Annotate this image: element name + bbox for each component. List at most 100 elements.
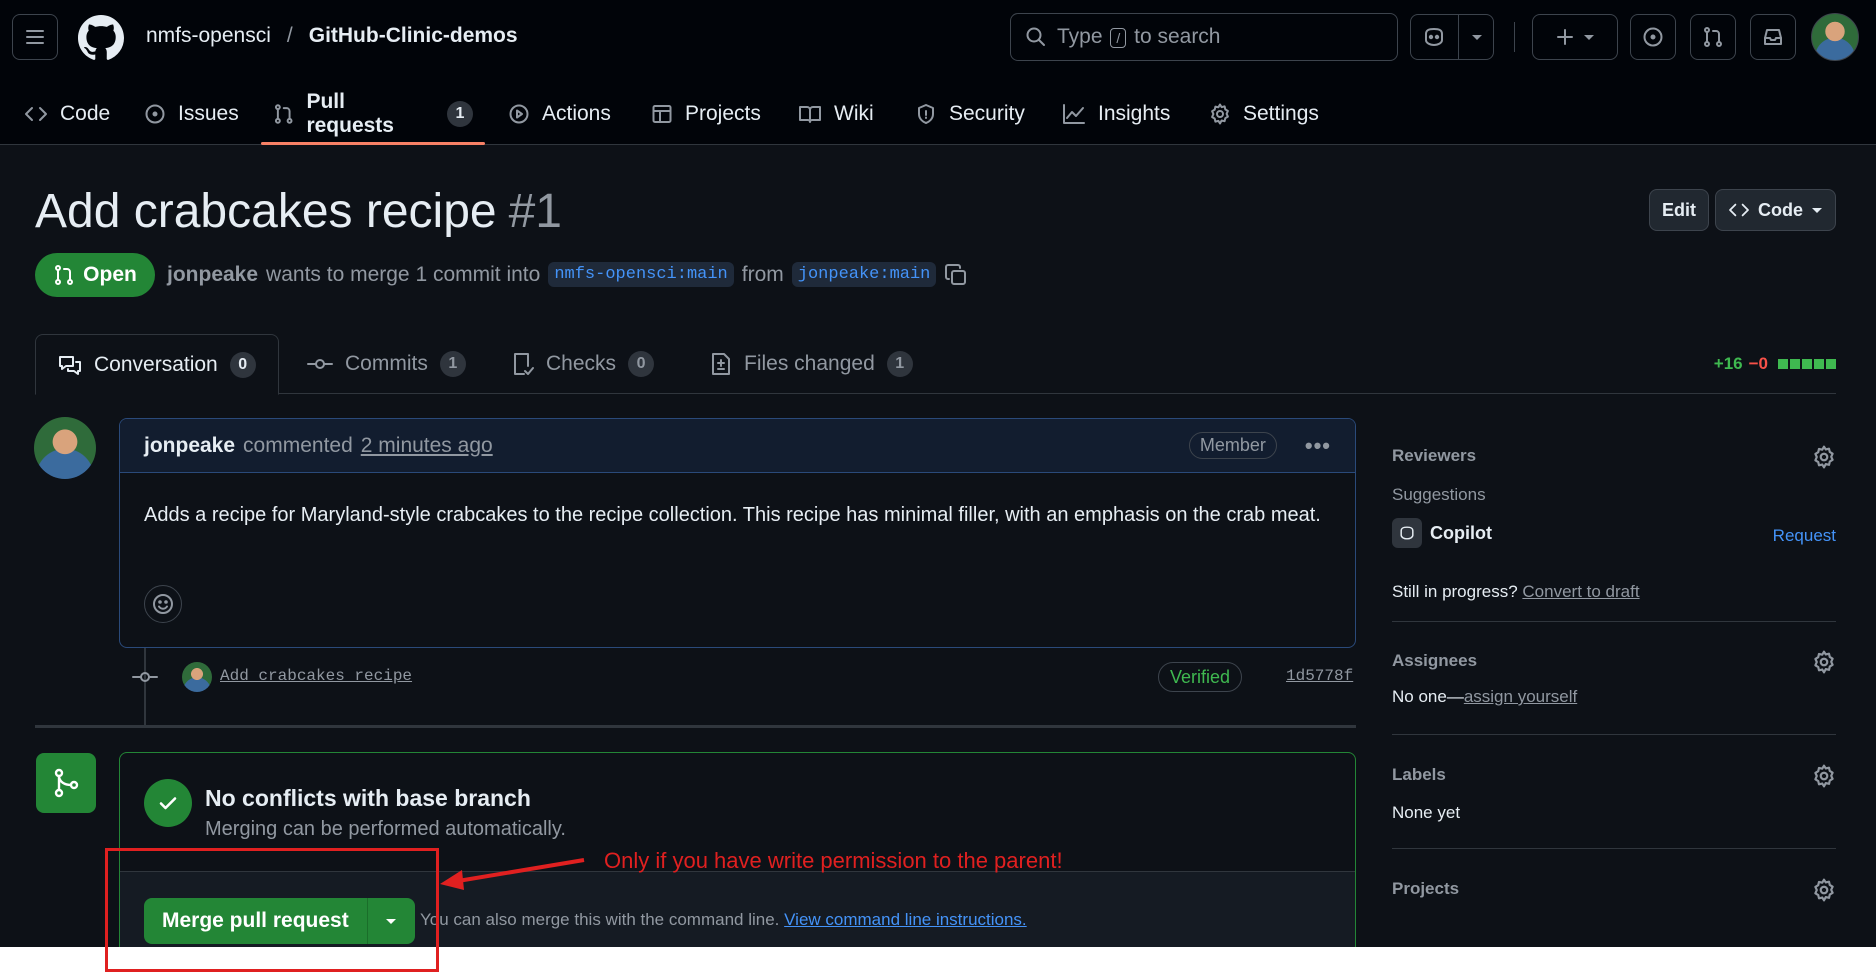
commit-message-link[interactable]: Add crabcakes recipe: [220, 667, 412, 685]
gear-icon[interactable]: [1812, 650, 1836, 674]
merge-status-title: No conflicts with base branch: [205, 785, 531, 811]
avatar[interactable]: [182, 662, 212, 692]
tab-issues[interactable]: Issues: [132, 82, 251, 145]
code-dropdown-button[interactable]: Code: [1715, 189, 1836, 231]
comment-action: commented: [243, 433, 353, 457]
search-placeholder-post: to search: [1134, 25, 1221, 48]
create-new-button[interactable]: [1532, 14, 1618, 60]
copy-icon[interactable]: [944, 263, 968, 287]
request-review-button[interactable]: Request: [1773, 526, 1836, 546]
tab-security-label: Security: [949, 101, 1025, 125]
tab-insights[interactable]: Insights: [1050, 82, 1182, 145]
gear-icon[interactable]: [1812, 764, 1836, 788]
chevron-down-icon: [1812, 208, 1822, 213]
split-divider: [1457, 14, 1459, 60]
file-diff-icon: [712, 353, 730, 375]
copilot-icon: [1400, 526, 1414, 540]
pull-requests-button[interactable]: [1690, 14, 1736, 60]
graph-icon: [1063, 103, 1085, 124]
tab-pull-requests[interactable]: Pull requests 1: [261, 82, 485, 145]
base-branch[interactable]: nmfs-opensci:main: [548, 262, 734, 287]
pull-requests-counter: 1: [447, 100, 473, 127]
tab-wiki[interactable]: Wiki: [786, 82, 886, 145]
code-button-label: Code: [1758, 199, 1803, 220]
head-branch[interactable]: jonpeake:main: [791, 262, 937, 287]
still-in-progress-text: Still in progress?: [1392, 582, 1518, 601]
avatar[interactable]: [34, 417, 96, 479]
role-badge: Member: [1188, 432, 1277, 459]
labels-value: None yet: [1392, 803, 1461, 822]
assignees-heading: Assignees: [1392, 651, 1478, 670]
user-avatar[interactable]: [1811, 13, 1859, 61]
tab-conversation[interactable]: Conversation 0: [35, 334, 279, 395]
pr-author-link[interactable]: jonpeake: [167, 263, 258, 287]
tab-projects[interactable]: Projects: [639, 82, 773, 145]
status-badge: Open: [35, 253, 155, 297]
tab-commits[interactable]: Commits 1: [285, 334, 488, 394]
breadcrumb-repo[interactable]: GitHub-Clinic-demos: [309, 24, 518, 48]
play-icon: [509, 104, 529, 123]
merge-status-subtitle: Merging can be performed automatically.: [205, 818, 566, 840]
reviewers-heading: Reviewers: [1392, 446, 1477, 465]
shield-icon: [918, 103, 934, 124]
comment-author[interactable]: jonpeake: [144, 434, 235, 458]
cli-note: You can also merge this with the command…: [420, 910, 1027, 930]
search-input[interactable]: Type / to search: [1010, 13, 1398, 61]
merge-status-icon: [36, 753, 96, 813]
labels-heading: Labels: [1392, 765, 1446, 784]
search-placeholder-pre: Type: [1057, 25, 1103, 48]
verified-badge[interactable]: Verified: [1158, 662, 1243, 692]
copilot-name: Copilot: [1430, 522, 1492, 543]
table-icon: [652, 104, 672, 123]
diff-stat: +16 −0: [1714, 354, 1836, 374]
tab-checks-label: Checks: [546, 352, 617, 375]
git-merge-icon: [54, 768, 79, 798]
files-counter: 1: [886, 351, 913, 377]
tab-checks[interactable]: Checks 0: [490, 334, 676, 394]
pr-meta: jonpeake wants to merge 1 commit into nm…: [167, 262, 968, 287]
comment-header: jonpeake commented 2 minutes ago Member …: [120, 419, 1355, 473]
git-pull-request-icon: [55, 265, 74, 285]
cli-instructions-link[interactable]: View command line instructions.: [784, 910, 1027, 929]
commit-sha-link[interactable]: 1d5778f: [1286, 667, 1353, 685]
search-icon: [1026, 27, 1045, 46]
inbox-button[interactable]: [1750, 14, 1796, 60]
smiley-icon: [153, 594, 173, 614]
git-pull-request-icon: [1704, 27, 1722, 47]
tab-security[interactable]: Security: [903, 82, 1037, 145]
gear-icon[interactable]: [1812, 878, 1836, 902]
tab-insights-label: Insights: [1098, 101, 1171, 125]
diff-deletions: −0: [1748, 354, 1768, 373]
gear-icon[interactable]: [1812, 445, 1836, 469]
git-commit-icon: [132, 672, 158, 682]
tab-files-changed[interactable]: Files changed 1: [688, 334, 935, 394]
github-logo[interactable]: [78, 15, 124, 61]
convert-to-draft-link[interactable]: Convert to draft: [1522, 582, 1639, 601]
repo-nav: Code Issues Pull requests 1 Actions Proj…: [0, 82, 1876, 145]
copilot-menu-button[interactable]: [1410, 14, 1494, 60]
add-reaction-button[interactable]: [144, 585, 182, 623]
tab-actions[interactable]: Actions: [496, 82, 623, 145]
sidebar-assignees: Assignees No one—assign yourself: [1392, 622, 1836, 735]
breadcrumb-owner[interactable]: nmfs-opensci: [146, 24, 271, 48]
assign-yourself-link[interactable]: assign yourself: [1464, 687, 1577, 706]
kebab-menu-icon[interactable]: •••: [1305, 433, 1331, 459]
chevron-down-icon: [1471, 35, 1482, 40]
comment-timestamp[interactable]: 2 minutes ago: [361, 434, 493, 458]
git-commit-icon: [307, 359, 333, 369]
pr-title-text: Add crabcakes recipe: [35, 185, 497, 238]
menu-button[interactable]: [12, 14, 58, 60]
code-icon: [25, 106, 47, 121]
tab-settings[interactable]: Settings: [1197, 82, 1331, 145]
pr-number: #1: [508, 185, 562, 238]
edit-title-button[interactable]: Edit: [1649, 189, 1709, 231]
hamburger-icon: [26, 30, 44, 44]
tab-wiki-label: Wiki: [834, 101, 874, 125]
breadcrumb: nmfs-opensci / GitHub-Clinic-demos: [146, 24, 518, 48]
issues-button[interactable]: [1630, 14, 1676, 60]
cli-note-text: You can also merge this with the command…: [420, 910, 780, 929]
page-title: Add crabcakes recipe #1: [35, 184, 562, 239]
pr-tabs: Conversation 0 Commits 1 Checks 0 Files …: [35, 334, 1836, 395]
issue-opened-icon: [1643, 27, 1663, 47]
tab-code[interactable]: Code: [12, 82, 122, 145]
